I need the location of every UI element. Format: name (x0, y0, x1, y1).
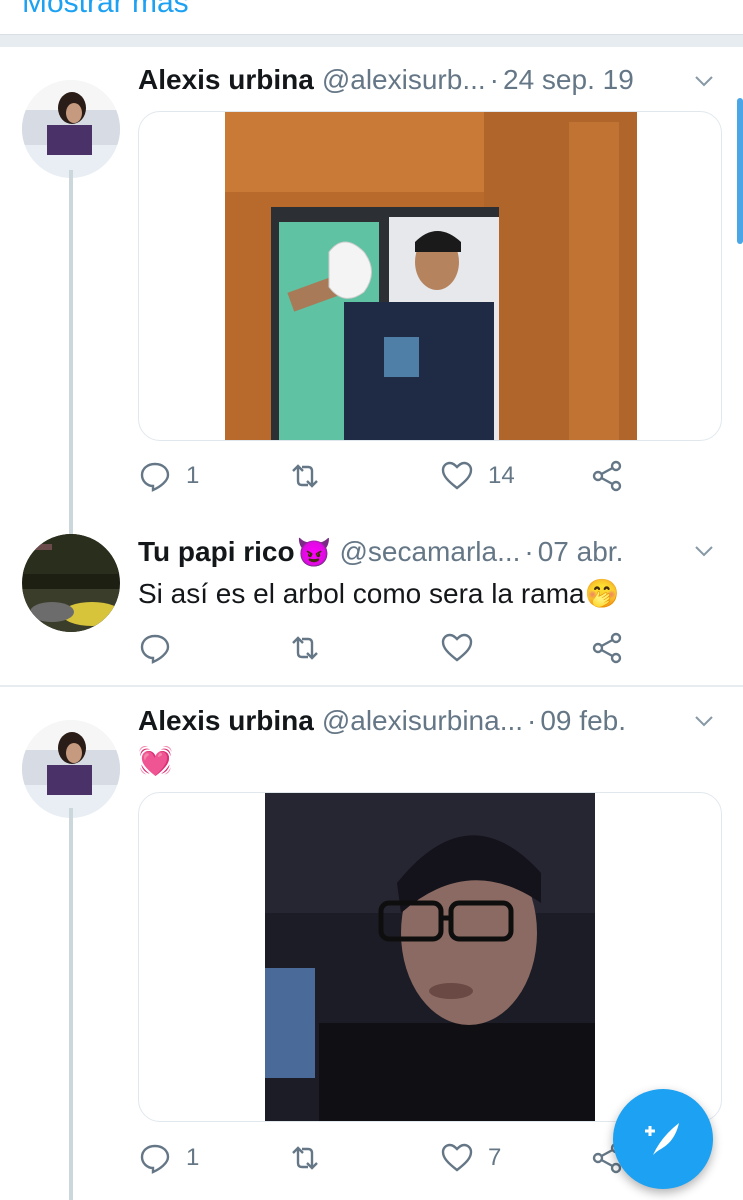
chevron-down-icon[interactable] (693, 540, 715, 562)
tweet-header: Tu papi rico 😈 @secamarla... · 07 abr. (138, 532, 623, 572)
like-button[interactable] (440, 628, 474, 668)
retweet-icon (292, 464, 318, 488)
avatar[interactable] (22, 720, 120, 818)
compose-tweet-button[interactable] (613, 1089, 713, 1189)
share-button[interactable] (590, 456, 624, 496)
reply-button[interactable]: 1 (138, 1138, 199, 1178)
scrollbar-thumb[interactable] (737, 98, 743, 244)
tweet-actions: 1 7 (138, 1138, 638, 1178)
author-name[interactable]: Tu papi rico (138, 536, 295, 568)
chevron-down-icon[interactable] (693, 710, 715, 732)
like-icon (441, 633, 473, 662)
tweet-actions (138, 628, 638, 668)
section-separator (0, 34, 743, 47)
name-emoji: 😈 (296, 536, 332, 568)
like-icon (441, 1143, 473, 1172)
chevron-down-icon[interactable] (693, 70, 715, 92)
author-name[interactable]: Alexis urbina (138, 64, 314, 96)
tweet-header: Alexis urbina @alexisurb... · 24 sep. 19 (138, 60, 634, 100)
tweet-media[interactable] (138, 792, 722, 1122)
show-more-link[interactable]: Mostrar más (22, 0, 189, 20)
share-icon (592, 632, 622, 664)
tweet-text: Si así es el arbol como sera la rama🤭 (138, 578, 620, 609)
tweet-text-emoji: 🤭 (584, 578, 620, 609)
avatar[interactable] (22, 534, 120, 632)
thread-line (69, 170, 73, 538)
tweet-date[interactable]: 24 sep. 19 (503, 64, 634, 96)
author-handle[interactable]: @alexisurb... (322, 64, 486, 96)
dot-separator: · (489, 64, 499, 95)
like-icon (441, 461, 473, 490)
reply-button[interactable] (138, 628, 172, 668)
dot-separator: · (524, 536, 534, 567)
tweet-divider (0, 685, 743, 687)
like-button[interactable]: 14 (440, 456, 515, 496)
reply-count: 1 (186, 1144, 200, 1171)
tweet-text: 💓 (138, 744, 173, 777)
tweet-header: Alexis urbina @alexisurbina... · 09 feb. (138, 701, 626, 741)
share-button[interactable] (590, 628, 624, 668)
compose-tweet-icon (645, 1123, 679, 1155)
like-button[interactable]: 7 (440, 1138, 501, 1178)
reply-button[interactable]: 1 (138, 456, 199, 496)
reply-icon (140, 634, 170, 664)
reply-icon (140, 1144, 170, 1174)
retweet-button[interactable] (288, 628, 322, 668)
author-name[interactable]: Alexis urbina (138, 705, 314, 737)
like-count: 14 (488, 462, 515, 489)
avatar[interactable] (22, 80, 120, 178)
retweet-icon (292, 1146, 318, 1170)
tweet-text-emoji: 💓 (138, 745, 173, 776)
author-handle[interactable]: @secamarla... (339, 536, 520, 568)
author-handle[interactable]: @alexisurbina... (322, 705, 523, 737)
tweet-date[interactable]: 07 abr. (538, 536, 624, 568)
thread-line (69, 808, 73, 1200)
retweet-button[interactable] (288, 1138, 322, 1178)
share-icon (592, 460, 622, 492)
tweet-media[interactable] (138, 111, 722, 441)
reply-icon (140, 462, 170, 492)
dot-separator: · (527, 705, 537, 736)
retweet-button[interactable] (288, 456, 322, 496)
tweet-actions: 1 14 (138, 456, 638, 496)
like-count: 7 (488, 1144, 502, 1171)
retweet-icon (292, 636, 318, 660)
reply-count: 1 (186, 462, 200, 489)
tweet-date[interactable]: 09 feb. (540, 705, 626, 737)
